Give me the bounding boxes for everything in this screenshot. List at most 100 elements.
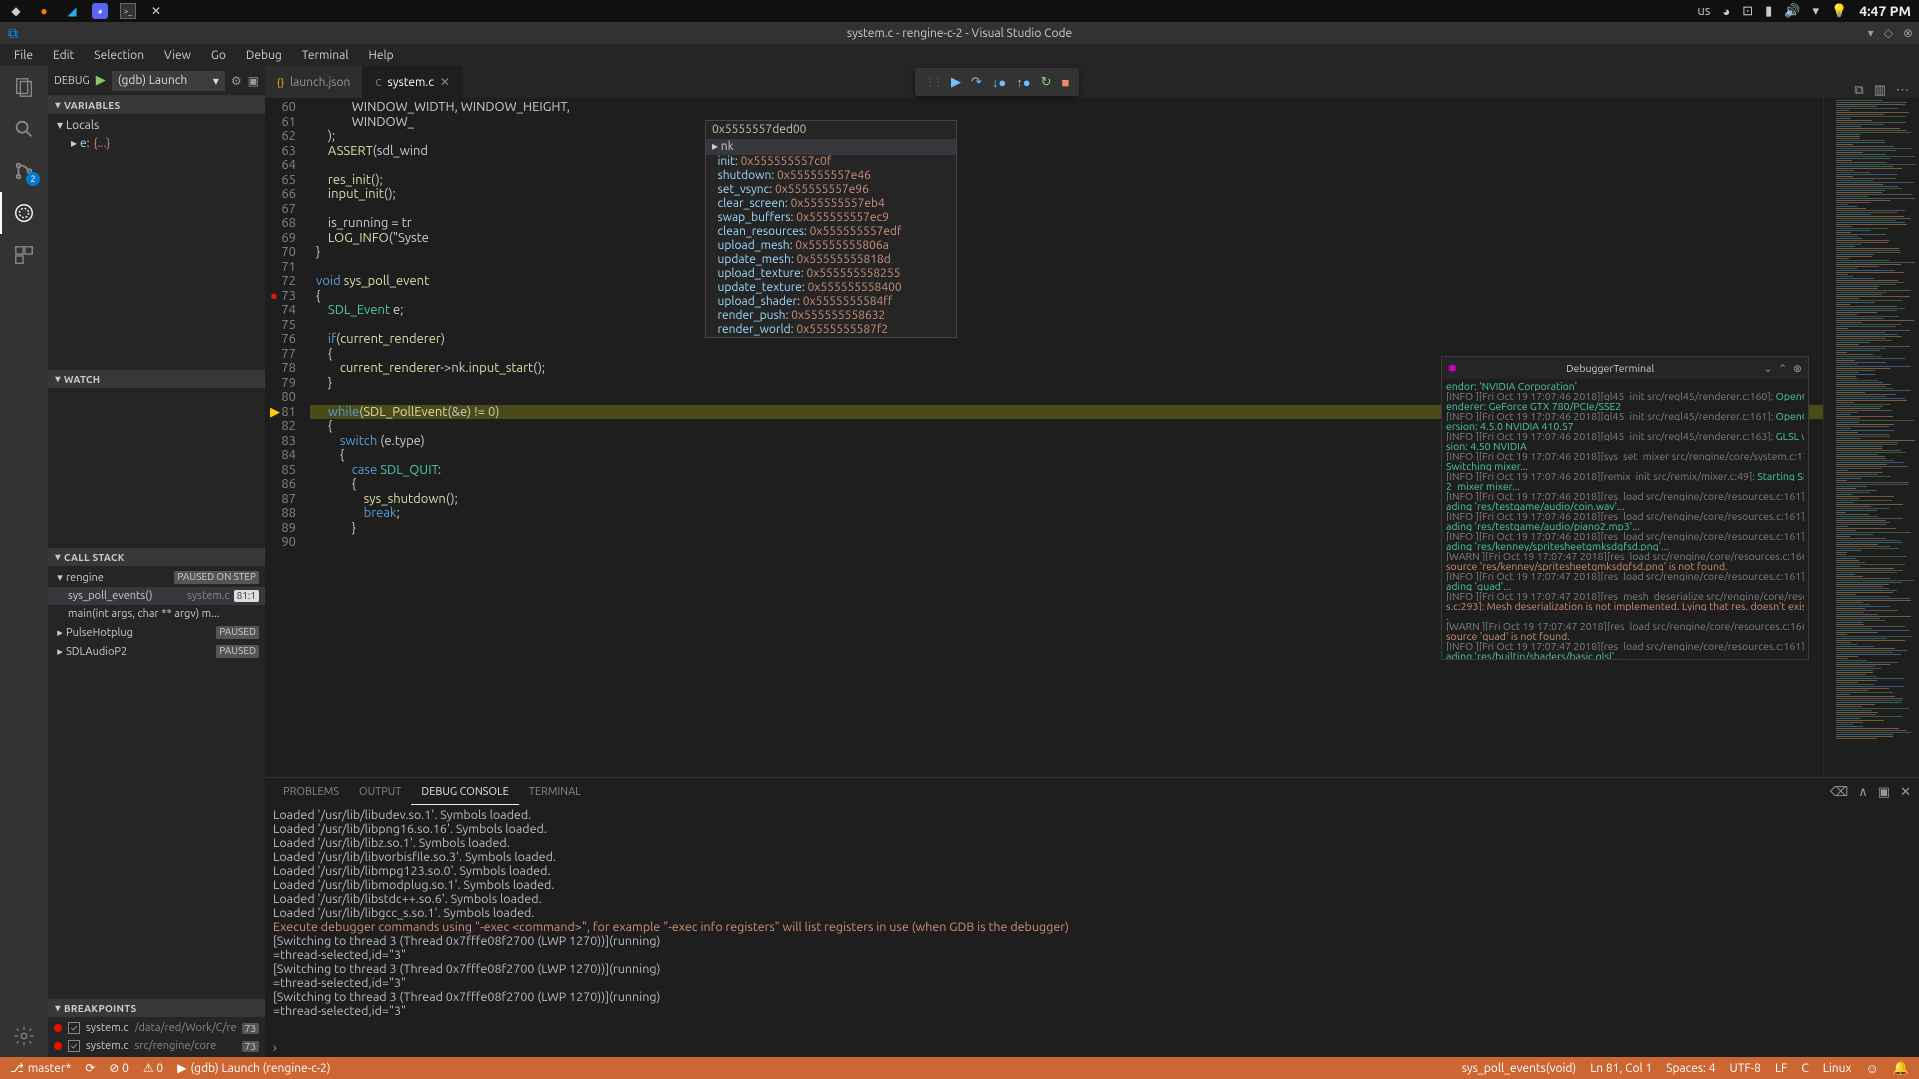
- breakpoint-checkbox[interactable]: ✓: [68, 1022, 80, 1034]
- menu-go[interactable]: Go: [201, 47, 236, 64]
- debug-label: DEBUG: [54, 75, 90, 87]
- status-language[interactable]: C: [1801, 1062, 1808, 1075]
- terminal-close-icon[interactable]: ⊗: [1793, 362, 1802, 375]
- scm-icon[interactable]: 2: [0, 150, 48, 192]
- menu-view[interactable]: View: [154, 47, 201, 64]
- locals-scope[interactable]: ▾Locals: [48, 116, 265, 134]
- menu-file[interactable]: File: [4, 47, 43, 64]
- menu-edit[interactable]: Edit: [43, 47, 84, 64]
- panel-maximize-icon[interactable]: ▣: [1878, 785, 1890, 800]
- compare-icon[interactable]: ⧉: [1854, 83, 1863, 98]
- split-editor-icon[interactable]: ▥: [1874, 83, 1886, 98]
- search-activity-icon[interactable]: [0, 108, 48, 150]
- firefox-icon[interactable]: ●: [36, 3, 52, 19]
- stackframe-row[interactable]: main(int args, char ** argv) m...: [48, 605, 265, 623]
- menu-terminal[interactable]: Terminal: [292, 47, 359, 64]
- menu-debug[interactable]: Debug: [236, 47, 292, 64]
- stackframe-row[interactable]: sys_poll_events()system.c81:1: [48, 587, 265, 605]
- stop-icon[interactable]: ■: [1062, 75, 1070, 90]
- status-feedback-icon[interactable]: ☺: [1866, 1061, 1879, 1076]
- close-task-icon[interactable]: ✕: [148, 3, 164, 19]
- status-branch[interactable]: ⎇ master*: [10, 1061, 71, 1075]
- breakpoint-row[interactable]: ✓system.csrc/rengine/core73: [48, 1037, 265, 1055]
- debug-start-icon[interactable]: ▶: [96, 73, 106, 88]
- debugger-terminal-window[interactable]: ✱ DebuggerTerminal ⌄⌃⊗ endor: 'NVIDIA Co…: [1441, 356, 1809, 660]
- tab-debug-console[interactable]: DEBUG CONSOLE: [411, 780, 518, 805]
- step-over-icon[interactable]: ↷: [971, 75, 982, 90]
- hover-struct-name[interactable]: ▸ nk: [706, 139, 956, 155]
- debug-console-input[interactable]: ›: [265, 1039, 1919, 1057]
- status-sync[interactable]: ⟳: [85, 1061, 95, 1075]
- continue-icon[interactable]: ▶: [951, 75, 961, 90]
- editor-gutter[interactable]: 6061626364656667686970717273747576777879…: [265, 98, 310, 777]
- tray-bulb-icon[interactable]: 💡: [1831, 4, 1847, 19]
- breakpoint-row[interactable]: ✓system.c/data/red/Work/C/rengine-...73: [48, 1019, 265, 1037]
- tab-launch-json[interactable]: {}launch.json: [265, 66, 363, 98]
- status-warnings[interactable]: ⚠ 0: [143, 1061, 163, 1075]
- restart-icon[interactable]: ↻: [1041, 75, 1052, 90]
- menu-selection[interactable]: Selection: [84, 47, 154, 64]
- tab-system-c[interactable]: Csystem.c✕: [363, 66, 463, 98]
- terminal-chevron-down-icon[interactable]: ⌄: [1764, 362, 1773, 375]
- panel-close-icon[interactable]: ✕: [1900, 785, 1911, 800]
- clock[interactable]: 4:47 PM: [1859, 3, 1911, 19]
- status-function[interactable]: sys_poll_events(void): [1462, 1062, 1577, 1075]
- terminal-task-icon[interactable]: >_: [120, 3, 136, 19]
- debug-config-selector[interactable]: (gdb) Launch▾: [112, 71, 225, 91]
- debug-activity-icon[interactable]: [0, 192, 48, 234]
- debugger-terminal-output[interactable]: endor: 'NVIDIA Corporation'[INFO ][Fri O…: [1442, 379, 1808, 659]
- terminal-chevron-up-icon[interactable]: ⌃: [1778, 362, 1787, 375]
- app-launcher-icon[interactable]: ◆: [8, 3, 24, 19]
- status-position[interactable]: Ln 81, Col 1: [1590, 1062, 1652, 1075]
- menu-help[interactable]: Help: [358, 47, 403, 64]
- breakpoint-checkbox[interactable]: ✓: [68, 1040, 80, 1052]
- debug-floating-toolbar[interactable]: ⋮⋮ ▶ ↷ ↓● ↑● ↻ ■: [915, 68, 1079, 96]
- variable-row[interactable]: ▸e:{...}: [48, 134, 265, 152]
- tray-discord-icon[interactable]: ◕: [1722, 4, 1730, 19]
- close-window-icon[interactable]: ⊗: [1903, 26, 1913, 40]
- status-errors[interactable]: ⊘ 0: [109, 1061, 129, 1075]
- telegram-icon[interactable]: ◢: [64, 3, 80, 19]
- maximize-icon[interactable]: ◇: [1884, 26, 1893, 40]
- debugger-terminal-titlebar[interactable]: ✱ DebuggerTerminal ⌄⌃⊗: [1442, 357, 1808, 379]
- tray-volume-icon[interactable]: 🔊: [1784, 4, 1800, 19]
- drag-handle-icon[interactable]: ⋮⋮: [925, 76, 941, 88]
- tray-battery-icon[interactable]: ▮: [1765, 4, 1772, 19]
- status-encoding[interactable]: UTF-8: [1730, 1062, 1761, 1075]
- settings-gear-icon[interactable]: [0, 1015, 48, 1057]
- keyboard-layout[interactable]: us: [1697, 4, 1710, 18]
- debug-config-gear-icon[interactable]: ⚙: [231, 74, 242, 88]
- step-out-icon[interactable]: ↑●: [1016, 75, 1030, 90]
- tray-disk-icon[interactable]: ⊡: [1742, 4, 1753, 19]
- minimap[interactable]: [1823, 98, 1919, 777]
- tab-problems[interactable]: PROBLEMS: [273, 780, 349, 804]
- extensions-icon[interactable]: [0, 234, 48, 276]
- tab-terminal[interactable]: TERMINAL: [519, 780, 591, 804]
- minimize-icon[interactable]: ▾: [1868, 26, 1874, 40]
- clear-console-icon[interactable]: ⌫: [1830, 785, 1848, 800]
- watch-section-header[interactable]: ▾WATCH: [48, 370, 265, 388]
- thread-row[interactable]: ▸PulseHotplugPAUSED: [48, 623, 265, 642]
- debug-hover-tooltip: 0x5555557ded00 ▸ nk init: 0x555555557c0f…: [705, 120, 957, 338]
- breakpoints-section-header[interactable]: ▾BREAKPOINTS: [48, 999, 265, 1017]
- debug-console-output[interactable]: Loaded '/usr/lib/libudev.so.1'. Symbols …: [265, 806, 1919, 1039]
- status-launch-config[interactable]: ▶ (gdb) Launch (rengine-c-2): [177, 1061, 330, 1075]
- editor-tabs: {}launch.json Csystem.c✕ ⧉ ▥ ⋯: [265, 66, 1919, 98]
- tab-output[interactable]: OUTPUT: [349, 780, 411, 804]
- discord-icon[interactable]: ◕: [92, 3, 108, 19]
- more-icon[interactable]: ⋯: [1896, 83, 1909, 98]
- status-os[interactable]: Linux: [1823, 1062, 1852, 1075]
- thread-row[interactable]: ▸SDLAudioP2PAUSED: [48, 642, 265, 661]
- variables-section-header[interactable]: ▾VARIABLES: [48, 96, 265, 114]
- status-eol[interactable]: LF: [1775, 1062, 1787, 1075]
- callstack-section-header[interactable]: ▾CALL STACK: [48, 548, 265, 566]
- thread-row[interactable]: ▾renginePAUSED ON STEP: [48, 568, 265, 587]
- status-bell-icon[interactable]: 🔔: [1893, 1061, 1909, 1076]
- debug-console-toggle-icon[interactable]: ▣: [248, 74, 259, 88]
- explorer-icon[interactable]: [0, 66, 48, 108]
- panel-collapse-icon[interactable]: ∧: [1858, 785, 1868, 800]
- tray-dropdown-icon[interactable]: ▾: [1813, 4, 1820, 19]
- close-icon[interactable]: ✕: [440, 75, 450, 89]
- status-spaces[interactable]: Spaces: 4: [1666, 1062, 1715, 1075]
- step-into-icon[interactable]: ↓●: [992, 75, 1006, 90]
